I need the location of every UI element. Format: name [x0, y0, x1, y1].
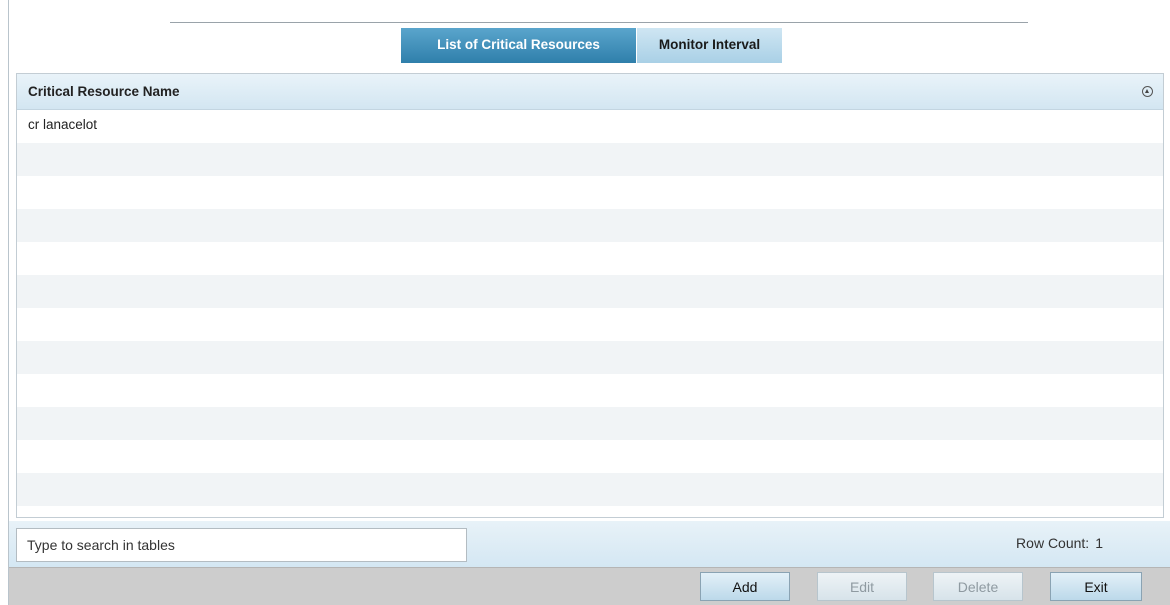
- table-row-empty: [17, 506, 1163, 517]
- exit-button[interactable]: Exit: [1050, 572, 1142, 601]
- table-row-empty: [17, 143, 1163, 176]
- table-body: cr lanacelot: [17, 110, 1163, 517]
- tab-monitor-interval[interactable]: Monitor Interval: [636, 28, 782, 63]
- table-row-empty: [17, 407, 1163, 440]
- table-row-empty: [17, 275, 1163, 308]
- tab-list-of-critical-resources[interactable]: List of Critical Resources: [401, 28, 636, 63]
- tab-bar: List of Critical Resources Monitor Inter…: [401, 28, 782, 63]
- table-header: Critical Resource Name: [17, 74, 1163, 110]
- table-row-empty: [17, 473, 1163, 506]
- search-input[interactable]: [16, 528, 467, 562]
- row-count-value: 1: [1095, 535, 1103, 551]
- action-bar: Add Edit Delete Exit: [9, 567, 1170, 605]
- edit-button[interactable]: Edit: [817, 572, 907, 601]
- table-row-empty: [17, 341, 1163, 374]
- delete-button[interactable]: Delete: [933, 572, 1023, 601]
- row-count: Row Count: 1: [1016, 535, 1103, 551]
- critical-resources-table: Critical Resource Name cr lanacelot: [16, 73, 1164, 518]
- collapse-icon[interactable]: [1142, 86, 1153, 97]
- divider: [170, 22, 1028, 23]
- add-button[interactable]: Add: [700, 572, 790, 601]
- table-row-empty: [17, 374, 1163, 407]
- column-header-critical-resource-name[interactable]: Critical Resource Name: [28, 84, 180, 99]
- table-footer: Row Count: 1: [9, 521, 1170, 567]
- table-row-empty: [17, 440, 1163, 473]
- table-row[interactable]: cr lanacelot: [17, 110, 1163, 143]
- table-row-empty: [17, 242, 1163, 275]
- table-row-empty: [17, 209, 1163, 242]
- cell-critical-resource-name: cr lanacelot: [28, 117, 98, 132]
- table-row-empty: [17, 176, 1163, 209]
- table-row-empty: [17, 308, 1163, 341]
- row-count-label: Row Count:: [1016, 535, 1090, 551]
